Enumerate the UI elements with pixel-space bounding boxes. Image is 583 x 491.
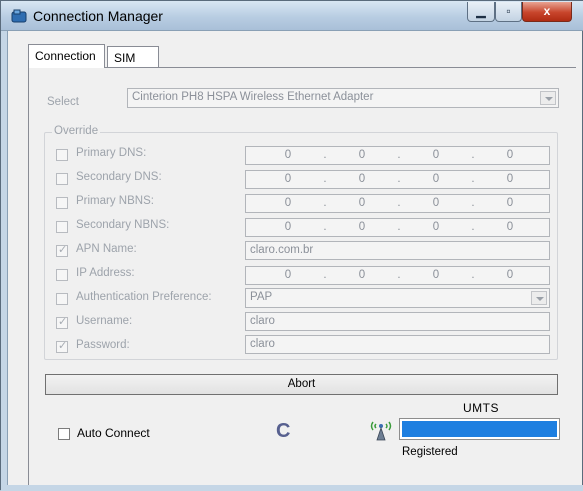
ip-octet: 0: [506, 173, 514, 185]
ip-octet: 0: [432, 173, 440, 185]
primary-nbns-label: Primary NBNS:: [76, 195, 154, 207]
tab-connection[interactable]: Connection: [28, 44, 105, 68]
ip-octet: 0: [432, 149, 440, 161]
ip-octet: 0: [432, 221, 440, 233]
ip-octet: 0: [506, 197, 514, 209]
ip-octet: 0: [284, 221, 292, 233]
ip-octet: 0: [284, 173, 292, 185]
secondary-nbns-label: Secondary NBNS:: [76, 219, 170, 231]
close-button[interactable]: x: [522, 2, 572, 22]
password-value: claro: [250, 338, 275, 350]
password-checkbox[interactable]: [56, 339, 68, 353]
ip-octet: 0: [506, 221, 514, 233]
title-bar[interactable]: Connection Manager ▁ ▫ x: [1, 1, 583, 31]
ip-dot: .: [397, 173, 401, 185]
signal-strength-fill: [402, 421, 557, 437]
username-checkbox[interactable]: [56, 315, 68, 329]
auto-connect-label: Auto Connect: [77, 426, 150, 440]
ip-octet: 0: [358, 197, 366, 209]
ip-dot: .: [471, 173, 475, 185]
maximize-button[interactable]: ▫: [495, 2, 522, 22]
primary-dns-field[interactable]: 0 . 0 . 0 . 0: [245, 146, 550, 165]
minimize-button[interactable]: ▁: [467, 2, 495, 22]
ip-octet: 0: [284, 197, 292, 209]
ip-address-checkbox[interactable]: [56, 269, 68, 281]
primary-nbns-field[interactable]: 0 . 0 . 0 . 0: [245, 194, 550, 213]
auth-preference-checkbox[interactable]: [56, 293, 68, 305]
ip-address-field[interactable]: 0 . 0 . 0 . 0: [245, 266, 550, 285]
ip-octet: 0: [506, 149, 514, 161]
busy-spinner-icon: C: [276, 420, 291, 442]
window-title: Connection Manager: [33, 8, 163, 24]
ip-address-label: IP Address:: [76, 267, 135, 279]
username-label: Username:: [76, 315, 133, 327]
secondary-dns-field[interactable]: 0 . 0 . 0 . 0: [245, 170, 550, 189]
ip-octet: 0: [284, 269, 292, 281]
ip-dot: .: [471, 269, 475, 281]
ip-dot: .: [397, 269, 401, 281]
ip-octet: 0: [506, 269, 514, 281]
antenna-icon: [370, 421, 392, 441]
abort-button[interactable]: Abort: [45, 374, 558, 395]
username-field[interactable]: claro: [245, 312, 550, 331]
primary-nbns-checkbox[interactable]: [56, 197, 68, 209]
override-legend: Override: [52, 125, 101, 137]
chevron-down-icon[interactable]: [531, 291, 547, 305]
window-frame-left: [1, 31, 8, 491]
ip-dot: .: [323, 149, 327, 161]
apn-name-value: claro.com.br: [250, 244, 314, 256]
auto-connect-checkbox[interactable]: [58, 428, 70, 440]
ip-octet: 0: [358, 149, 366, 161]
select-label: Select: [47, 96, 79, 108]
ip-dot: .: [323, 197, 327, 209]
auth-preference-value: PAP: [250, 291, 273, 303]
primary-dns-label: Primary DNS:: [76, 147, 147, 159]
registration-status: Registered: [402, 446, 458, 458]
secondary-nbns-field[interactable]: 0 . 0 . 0 . 0: [245, 218, 550, 237]
password-label: Password:: [76, 339, 130, 351]
close-icon: x: [543, 4, 551, 18]
window-frame-bottom: [1, 485, 583, 491]
auth-preference-select[interactable]: PAP: [245, 288, 550, 308]
primary-dns-checkbox[interactable]: [56, 149, 68, 161]
ip-octet: 0: [358, 269, 366, 281]
tab-sim[interactable]: SIM: [107, 46, 159, 67]
ip-dot: .: [397, 221, 401, 233]
network-type: UMTS: [463, 401, 499, 415]
chevron-down-icon[interactable]: [540, 91, 556, 105]
username-value: claro: [250, 315, 275, 327]
signal-strength-bar: [399, 418, 560, 440]
auth-preference-label: Authentication Preference:: [76, 291, 212, 303]
connection-manager-window: Connection Manager ▁ ▫ x Connection SIM …: [0, 0, 583, 491]
ip-dot: .: [471, 149, 475, 161]
ip-octet: 0: [358, 221, 366, 233]
apn-name-label: APN Name:: [76, 243, 137, 255]
ip-dot: .: [323, 269, 327, 281]
adapter-select[interactable]: Cinterion PH8 HSPA Wireless Ethernet Ada…: [127, 88, 559, 108]
ip-dot: .: [397, 197, 401, 209]
ip-dot: .: [323, 173, 327, 185]
ip-dot: .: [397, 149, 401, 161]
secondary-dns-checkbox[interactable]: [56, 173, 68, 185]
ip-dot: .: [471, 197, 475, 209]
ip-octet: 0: [284, 149, 292, 161]
apn-name-checkbox[interactable]: [56, 243, 68, 257]
password-field[interactable]: claro: [245, 335, 550, 354]
maximize-icon: ▫: [506, 4, 511, 18]
ip-dot: .: [471, 221, 475, 233]
connection-manager-icon: [11, 9, 27, 23]
secondary-dns-label: Secondary DNS:: [76, 171, 162, 183]
adapter-select-value: Cinterion PH8 HSPA Wireless Ethernet Ada…: [132, 91, 374, 103]
ip-dot: .: [323, 221, 327, 233]
ip-octet: 0: [432, 197, 440, 209]
minimize-icon: ▁: [476, 4, 486, 18]
ip-octet: 0: [358, 173, 366, 185]
secondary-nbns-checkbox[interactable]: [56, 221, 68, 233]
ip-octet: 0: [432, 269, 440, 281]
apn-name-field[interactable]: claro.com.br: [245, 241, 550, 260]
